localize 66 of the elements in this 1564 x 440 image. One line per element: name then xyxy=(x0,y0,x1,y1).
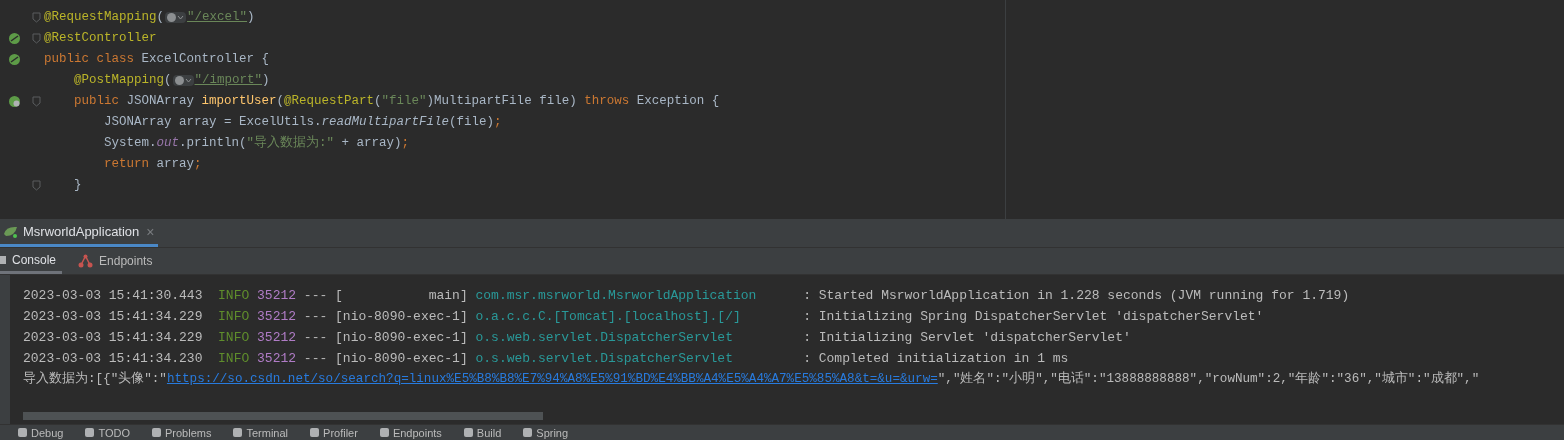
tool-window-button[interactable]: Spring xyxy=(523,425,569,440)
tab-label: MsrworldApplication xyxy=(23,223,140,242)
log-message: : Started MsrworldApplication in 1.228 seconds (JVM running for 1.719) xyxy=(803,286,1350,305)
log-timestamp: 2023-03-03 15:41:34.229 xyxy=(23,307,203,326)
tool-window-button[interactable]: Terminal xyxy=(233,425,289,440)
tool-window-button[interactable]: Problems xyxy=(152,425,212,440)
logger-name: o.a.c.c.C.[Tomcat].[localhost].[/] xyxy=(475,307,742,326)
logger-name: com.msr.msrworld.MsrworldApplication xyxy=(475,286,758,305)
tool-window-button[interactable]: Debug xyxy=(18,425,64,440)
log-level: INFO xyxy=(218,349,250,368)
logger-name: o.s.web.servlet.DispatcherServlet xyxy=(475,349,734,368)
console-tab[interactable]: Console xyxy=(0,248,63,274)
code-line: System.out.println("导入数据为:" + array); xyxy=(103,134,410,153)
url-link[interactable]: https://so.csdn.net/so/search?q=linux%E5%B8%B8%E7%94%A8%E5%91%BD%E4%BB%A4%E5%A4%A7%E5%85%A8&t=&u=&urw= xyxy=(166,370,938,389)
console-icon xyxy=(0,255,6,264)
fold-marker-icon[interactable] xyxy=(31,12,41,23)
code-line: return array; xyxy=(103,156,202,174)
code-line: public class ExcelController { xyxy=(44,51,270,69)
log-separator: --- xyxy=(303,307,328,326)
log-level: INFO xyxy=(218,328,250,347)
leaf-icon xyxy=(3,225,19,239)
code-line: @RestController xyxy=(44,30,157,48)
tab-label: Endpoints xyxy=(99,253,153,270)
log-message: : Completed initialization in 1 ms xyxy=(803,349,1069,368)
horizontal-scrollbar[interactable] xyxy=(23,412,543,420)
fold-marker-icon[interactable] xyxy=(31,180,41,191)
tool-window-button[interactable]: TODO xyxy=(85,425,130,440)
log-message: : Initializing Spring DispatcherServlet 'dispatcherServlet' xyxy=(803,307,1264,326)
thread-name: [nio-8090-exec-1] xyxy=(335,349,468,368)
thread-name: [ main] xyxy=(335,286,468,305)
output-text: ","姓名":"小明","电话":"13888888888","rowNum":2,"年龄":"36","城市":"成都"," xyxy=(937,370,1480,389)
bean-icon[interactable] xyxy=(7,53,21,66)
globe-dropdown-icon[interactable] xyxy=(166,12,186,23)
process-id: 35212 xyxy=(257,307,297,326)
tab-label: Console xyxy=(12,251,57,269)
code-line: @RequestMapping( "/excel") xyxy=(44,9,255,27)
process-id: 35212 xyxy=(257,328,297,347)
fold-marker-icon[interactable] xyxy=(31,33,41,44)
bean-icon[interactable] xyxy=(7,32,21,45)
log-message: : Initializing Servlet 'dispatcherServlet' xyxy=(803,328,1131,347)
log-timestamp: 2023-03-03 15:41:34.229 xyxy=(23,328,203,347)
globe-icon[interactable] xyxy=(7,95,21,108)
code-line: } xyxy=(73,177,82,195)
thread-name: [nio-8090-exec-1] xyxy=(335,307,468,326)
log-timestamp: 2023-03-03 15:41:34.230 xyxy=(23,349,203,368)
log-level: INFO xyxy=(218,307,250,326)
code-line: JSONArray array = ExcelUtils.readMultipartFile(file); xyxy=(103,114,502,132)
logger-name: o.s.web.servlet.DispatcherServlet xyxy=(475,328,734,347)
tool-window-button[interactable]: Profiler xyxy=(310,425,358,440)
log-timestamp: 2023-03-03 15:41:30.443 xyxy=(23,286,203,305)
fold-marker-icon[interactable] xyxy=(31,96,41,107)
process-id: 35212 xyxy=(257,349,297,368)
code-line: @PostMapping( "/import") xyxy=(73,72,270,90)
code-line: public JSONArray importUser(@RequestPart("file")MultipartFile file) throws Exception { xyxy=(73,93,720,111)
tool-window-button[interactable]: Build xyxy=(463,425,502,440)
log-separator: --- xyxy=(303,286,328,305)
network-icon xyxy=(78,254,94,268)
output-text: 导入数据为:[{"头像":" xyxy=(23,370,167,389)
tool-window-button[interactable]: Endpoints xyxy=(379,425,442,440)
globe-dropdown-icon[interactable] xyxy=(173,75,193,86)
console-tab[interactable]: Endpoints xyxy=(78,248,159,274)
log-level: INFO xyxy=(218,286,250,305)
process-id: 35212 xyxy=(257,286,297,305)
log-separator: --- xyxy=(303,349,328,368)
log-separator: --- xyxy=(303,328,328,347)
thread-name: [nio-8090-exec-1] xyxy=(335,328,468,347)
